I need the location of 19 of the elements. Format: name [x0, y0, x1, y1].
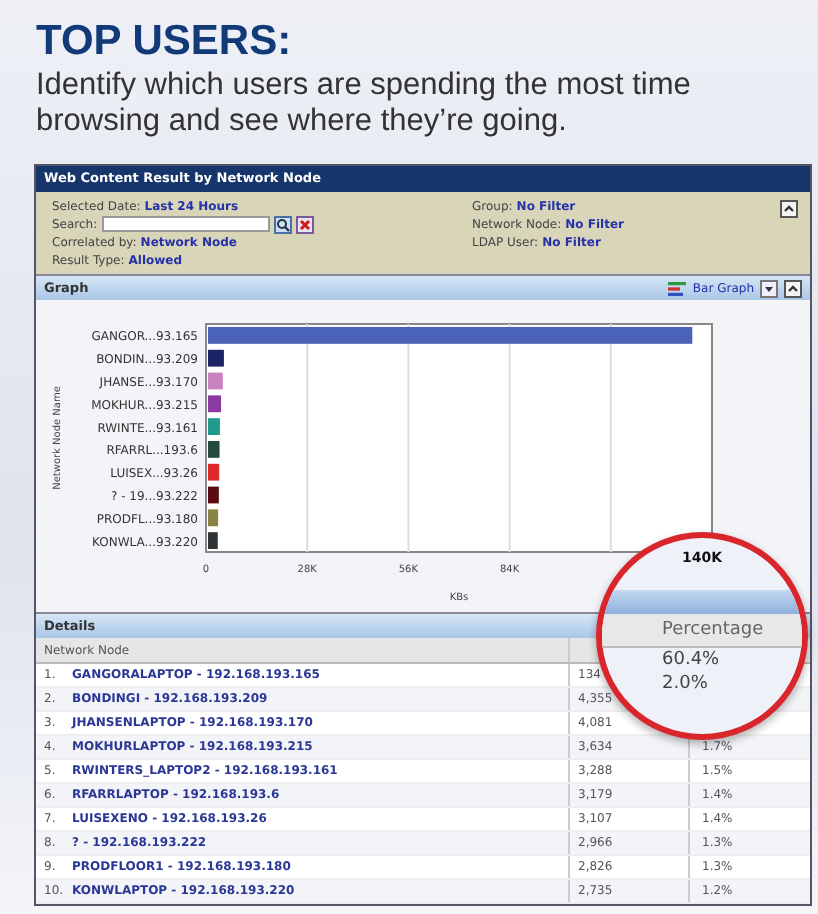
bar: [208, 441, 220, 458]
bar: [208, 463, 220, 481]
page-heading: TOP USERS:: [36, 20, 294, 64]
bar: [208, 395, 221, 413]
dropdown-icon[interactable]: [760, 279, 778, 297]
bar-chart-icon[interactable]: [668, 279, 687, 297]
table-cell-text: 60.4%: [660, 648, 722, 672]
column-header: Percentage: [602, 614, 802, 648]
search-field[interactable]: [101, 216, 270, 232]
bar: [208, 509, 219, 527]
bar: [208, 532, 218, 549]
bar: [208, 418, 220, 435]
search-icon[interactable]: [273, 215, 292, 233]
bar: [208, 486, 219, 504]
collapse-icon[interactable]: [780, 200, 798, 218]
page-subtitle: Identify which users are spending the most time browsing and see where they’re going.: [36, 68, 693, 140]
clear-icon[interactable]: [295, 215, 314, 233]
table-cell-text: 2.0%: [660, 672, 710, 696]
collapse-icon[interactable]: [784, 279, 802, 297]
